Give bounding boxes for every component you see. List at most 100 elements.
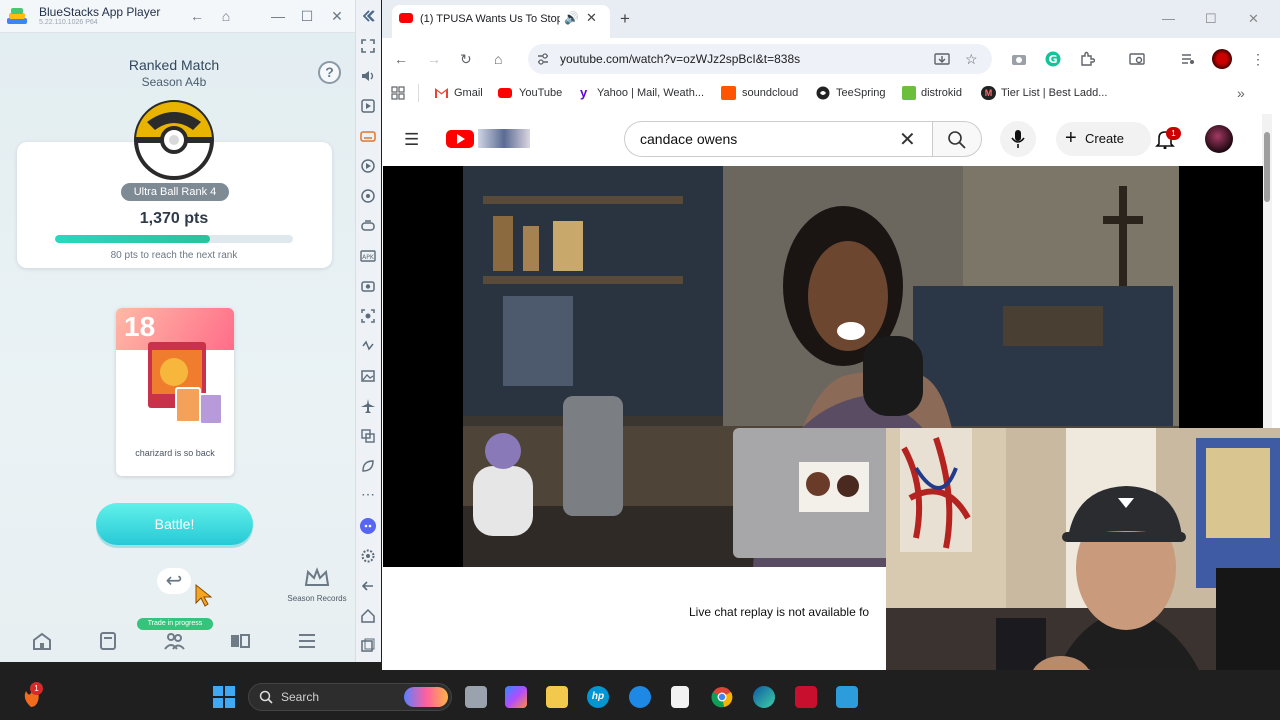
discord-icon[interactable] bbox=[360, 518, 376, 534]
rank-badge: Ultra Ball Rank 4 bbox=[121, 183, 229, 201]
shake-icon[interactable] bbox=[360, 338, 376, 354]
bookmark-tierlist[interactable]: Tier List | Best Ladd... bbox=[1001, 87, 1107, 99]
extensions-icon[interactable] bbox=[1079, 51, 1095, 67]
chrome-minimize-icon[interactable]: — bbox=[1162, 11, 1175, 26]
search-highlight-image bbox=[404, 687, 448, 707]
windows-start-icon[interactable] bbox=[212, 685, 236, 709]
voice-search-button[interactable] bbox=[1000, 121, 1036, 157]
bookmark-gmail[interactable]: Gmail bbox=[454, 87, 483, 99]
site-info-icon[interactable] bbox=[536, 52, 550, 66]
close-icon[interactable]: ✕ bbox=[329, 8, 345, 24]
more-bookmarks-icon[interactable]: » bbox=[1237, 85, 1245, 101]
cast-icon[interactable] bbox=[1129, 51, 1145, 67]
screenshot-icon[interactable] bbox=[360, 278, 376, 294]
more-options-icon[interactable]: ⋯ bbox=[360, 486, 376, 502]
apk-icon[interactable]: APK bbox=[360, 248, 376, 264]
youtube-channel-brand bbox=[478, 129, 530, 148]
home-button-icon[interactable]: ⌂ bbox=[494, 51, 502, 67]
teespring-icon bbox=[816, 86, 830, 100]
screen-record-icon[interactable] bbox=[360, 308, 376, 324]
recent-apps-icon[interactable] bbox=[360, 638, 376, 654]
taskbar-search-label: Search bbox=[281, 690, 320, 704]
photos-icon[interactable] bbox=[836, 686, 858, 708]
battle-button[interactable]: Battle! bbox=[96, 503, 253, 545]
file-explorer-icon[interactable] bbox=[546, 686, 568, 708]
minimize-icon[interactable]: — bbox=[270, 8, 286, 24]
record-icon[interactable] bbox=[360, 158, 376, 174]
bookmark-star-icon[interactable]: ☆ bbox=[965, 51, 978, 68]
social-nav-icon[interactable] bbox=[163, 632, 185, 650]
youtube-avatar[interactable] bbox=[1205, 125, 1233, 153]
settings-gear-icon[interactable] bbox=[360, 548, 376, 564]
season-records-button[interactable]: Season Records bbox=[285, 567, 349, 603]
live-chat-note: Live chat replay is not available fo bbox=[689, 605, 870, 619]
clear-search-icon[interactable]: ✕ bbox=[899, 127, 916, 152]
chrome-taskbar-icon[interactable] bbox=[711, 686, 733, 708]
media-control-icon[interactable] bbox=[1180, 51, 1196, 67]
youtube-play-glyph bbox=[457, 134, 465, 144]
yahoo-icon: y bbox=[580, 85, 588, 100]
keyboard-icon[interactable] bbox=[360, 128, 376, 144]
volume-icon[interactable] bbox=[360, 68, 376, 84]
cards-nav-icon[interactable] bbox=[97, 632, 119, 650]
maximize-icon[interactable]: ☐ bbox=[299, 8, 315, 24]
youtube-search-input[interactable]: candace owens bbox=[640, 131, 737, 147]
trade-return-icon[interactable]: ↩ bbox=[157, 568, 191, 594]
menu-nav-icon[interactable] bbox=[296, 632, 318, 650]
tab-close-icon[interactable]: ✕ bbox=[586, 10, 597, 26]
gamepad-icon[interactable] bbox=[360, 218, 376, 234]
task-view-icon[interactable] bbox=[465, 686, 487, 708]
chrome-maximize-icon[interactable]: ☐ bbox=[1205, 11, 1217, 27]
back-icon[interactable]: ← bbox=[394, 51, 408, 67]
youtube-search-button[interactable] bbox=[932, 121, 982, 157]
hp-icon[interactable]: hp bbox=[587, 686, 609, 708]
install-app-icon[interactable] bbox=[934, 51, 950, 67]
edge-icon[interactable] bbox=[753, 686, 775, 708]
document-app-icon[interactable] bbox=[671, 686, 689, 708]
deck-card-art bbox=[148, 342, 223, 425]
svg-text:G: G bbox=[1048, 53, 1057, 66]
android-back-icon[interactable] bbox=[360, 578, 376, 594]
macro-icon[interactable] bbox=[360, 98, 376, 114]
home-nav-icon[interactable] bbox=[31, 632, 53, 650]
fullscreen-icon[interactable] bbox=[360, 38, 376, 54]
bookmark-yahoo[interactable]: Yahoo | Mail, Weath... bbox=[597, 87, 704, 99]
ultra-ball-icon bbox=[134, 100, 214, 180]
chrome-close-icon[interactable]: ✕ bbox=[1248, 11, 1259, 27]
youtube-menu-icon[interactable]: ☰ bbox=[404, 130, 419, 150]
tab-search-icon[interactable] bbox=[361, 9, 375, 23]
browser-app-icon[interactable] bbox=[629, 686, 651, 708]
bookmark-teespring[interactable]: TeeSpring bbox=[836, 87, 886, 99]
back-arrow-icon[interactable]: ← bbox=[189, 8, 205, 24]
bookmark-youtube[interactable]: YouTube bbox=[519, 87, 562, 99]
chrome-menu-icon[interactable]: ⋮ bbox=[1251, 51, 1265, 68]
bookmark-distrokid[interactable]: distrokid bbox=[921, 87, 962, 99]
rotate-icon[interactable] bbox=[360, 188, 376, 204]
multi-instance-icon[interactable] bbox=[360, 428, 376, 444]
camera-icon[interactable] bbox=[1011, 51, 1027, 67]
tierlist-icon: M bbox=[981, 86, 996, 100]
grammarly-icon[interactable]: G bbox=[1045, 51, 1061, 67]
bookmark-soundcloud[interactable]: soundcloud bbox=[742, 87, 798, 99]
reload-icon[interactable]: ↻ bbox=[460, 51, 472, 68]
eco-mode-icon[interactable] bbox=[360, 458, 376, 474]
forward-icon[interactable]: → bbox=[427, 51, 441, 67]
battle-nav-icon[interactable] bbox=[229, 632, 251, 650]
help-icon[interactable]: ? bbox=[318, 61, 341, 84]
mcafee-icon[interactable] bbox=[795, 686, 817, 708]
copilot-icon[interactable] bbox=[505, 686, 527, 708]
bookmarks-bar bbox=[382, 80, 1280, 106]
apps-grid-icon[interactable] bbox=[391, 86, 405, 100]
create-label: Create bbox=[1085, 131, 1125, 146]
taskbar-search[interactable] bbox=[248, 683, 452, 711]
profile-avatar[interactable] bbox=[1212, 49, 1232, 69]
youtube-bookmark-icon bbox=[498, 88, 512, 98]
season-label: Season A4b bbox=[141, 75, 207, 89]
media-manager-icon[interactable] bbox=[360, 368, 376, 384]
deck-card[interactable]: 18 charizard is so back bbox=[116, 308, 234, 476]
airplane-icon[interactable] bbox=[360, 398, 376, 414]
home-icon[interactable]: ⌂ bbox=[218, 8, 234, 24]
android-home-icon[interactable] bbox=[360, 608, 376, 624]
new-tab-icon[interactable]: + bbox=[620, 9, 630, 29]
tab-audio-icon[interactable]: 🔊 bbox=[564, 11, 579, 25]
